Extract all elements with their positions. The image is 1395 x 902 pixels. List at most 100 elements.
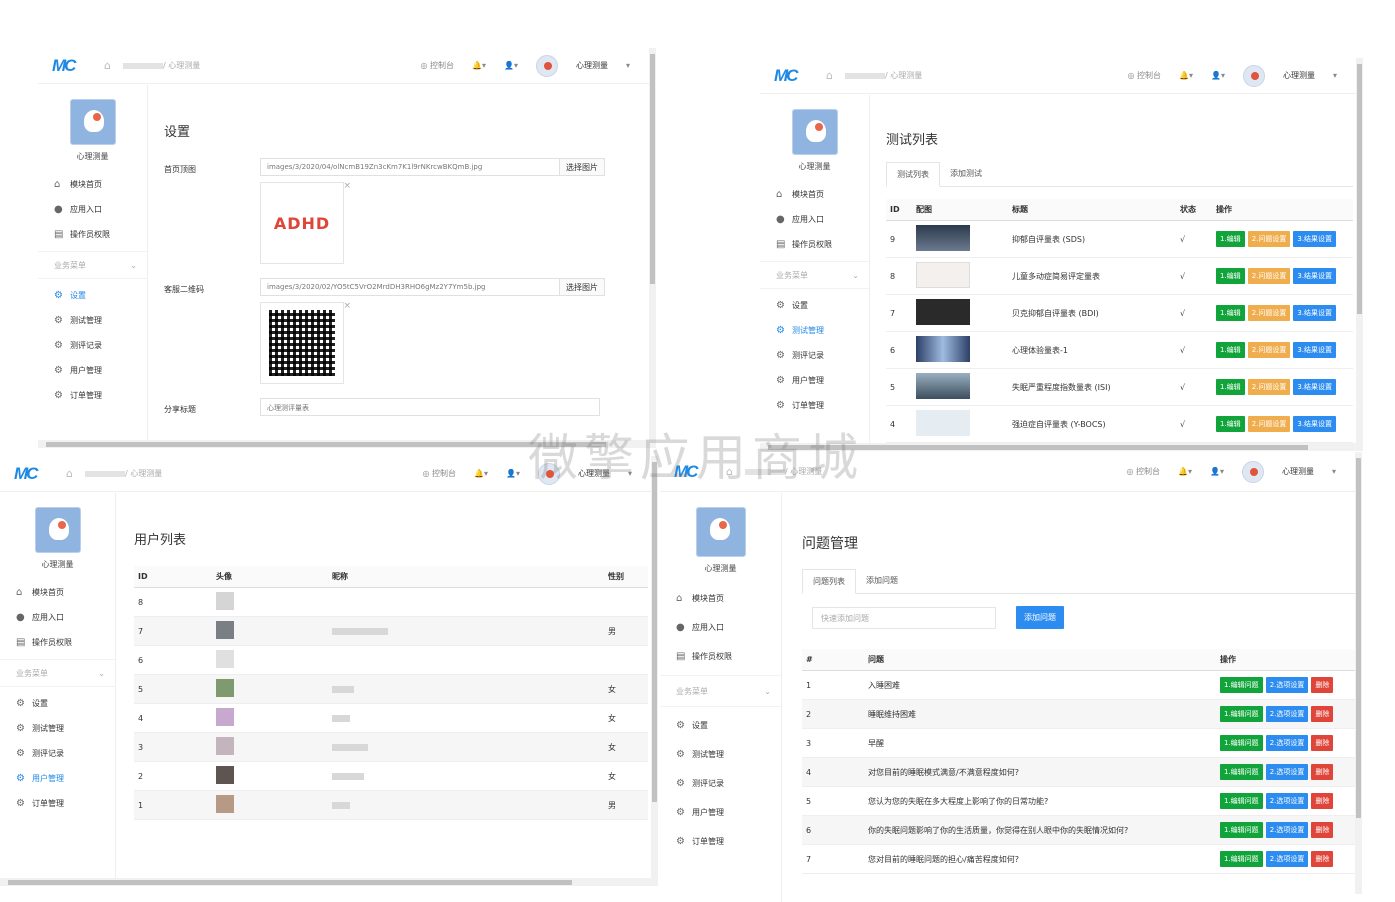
section-business[interactable]: 业务菜单 ⌄ <box>38 251 147 279</box>
avatar[interactable] <box>1241 460 1264 483</box>
banner-image-input[interactable]: images/3/2020/04/olNcmB19Zn3cKm7K1l9rNKr… <box>260 158 560 176</box>
option-settings-button[interactable]: 2.选项设置 <box>1265 677 1309 693</box>
option-settings-button[interactable]: 2.选项设置 <box>1265 735 1309 751</box>
edit-button[interactable]: 1.编辑 <box>1216 268 1245 284</box>
console-link[interactable]: ◎ 控制台 <box>1127 70 1161 81</box>
sidebar-item-orders[interactable]: ⚙ 订单管理 <box>760 393 869 418</box>
edit-question-button[interactable]: 1.编辑问题 <box>1220 706 1263 722</box>
horizontal-scrollbar[interactable] <box>760 443 1363 451</box>
close-icon[interactable]: × <box>343 301 351 311</box>
option-settings-button[interactable]: 2.选项设置 <box>1265 822 1309 838</box>
sidebar-item-home[interactable]: ⌂ 模块首页 <box>660 584 781 613</box>
question-settings-button[interactable]: 2.问题设置 <box>1247 268 1291 284</box>
chevron-down-icon[interactable]: ▾ <box>626 61 630 70</box>
result-settings-button[interactable]: 3.结果设置 <box>1293 305 1337 321</box>
question-settings-button[interactable]: 2.问题设置 <box>1247 416 1291 432</box>
sidebar-item-settings[interactable]: ⚙ 设置 <box>660 711 781 740</box>
sidebar-item-tests[interactable]: ⚙ 测试管理 <box>0 716 115 741</box>
breadcrumb[interactable]: / 心理测量 <box>122 60 233 71</box>
console-link[interactable]: ◎ 控制台 <box>420 60 454 71</box>
sidebar-item-tests[interactable]: ⚙ 测试管理 <box>660 740 781 769</box>
share-title-input[interactable]: 心理测评量表 <box>260 398 600 416</box>
avatar[interactable] <box>537 462 560 485</box>
avatar[interactable] <box>1242 64 1265 87</box>
bell-icon[interactable]: 🔔▾ <box>472 61 486 70</box>
result-settings-button[interactable]: 3.结果设置 <box>1293 342 1337 358</box>
edit-button[interactable]: 1.编辑 <box>1216 342 1245 358</box>
edit-question-button[interactable]: 1.编辑问题 <box>1220 851 1263 867</box>
sidebar-item-records[interactable]: ⚙ 测评记录 <box>660 769 781 798</box>
result-settings-button[interactable]: 3.结果设置 <box>1293 268 1337 284</box>
vertical-scrollbar[interactable] <box>1355 452 1362 894</box>
question-settings-button[interactable]: 2.问题设置 <box>1247 379 1291 395</box>
user-icon[interactable]: 👤▾ <box>504 61 518 70</box>
sidebar-item-users[interactable]: ⚙ 用户管理 <box>760 368 869 393</box>
sidebar-item-tests[interactable]: ⚙ 测试管理 <box>38 308 147 333</box>
tab-add-question[interactable]: 添加问题 <box>856 569 908 593</box>
tab-question-list[interactable]: 问题列表 <box>802 569 856 594</box>
section-business[interactable]: 业务菜单 ⌄ <box>0 659 115 687</box>
console-link[interactable]: ◎ 控制台 <box>422 468 456 479</box>
delete-button[interactable]: 删除 <box>1311 822 1334 838</box>
quick-add-input[interactable]: 快速添加问题 <box>812 606 996 629</box>
breadcrumb[interactable]: / 心理测量 <box>744 466 855 477</box>
edit-button[interactable]: 1.编辑 <box>1216 416 1245 432</box>
logo[interactable]: MC <box>774 66 814 86</box>
sidebar-item-permissions[interactable]: ▤ 操作员权限 <box>38 222 147 247</box>
question-settings-button[interactable]: 2.问题设置 <box>1247 231 1291 247</box>
user-icon[interactable]: 👤▾ <box>506 469 520 478</box>
delete-button[interactable]: 删除 <box>1311 851 1334 867</box>
sidebar-item-entry[interactable]: ● 应用入口 <box>760 207 869 232</box>
edit-button[interactable]: 1.编辑 <box>1216 379 1245 395</box>
sidebar-item-home[interactable]: ⌂ 模块首页 <box>38 172 147 197</box>
username[interactable]: 心理测量 <box>578 468 610 479</box>
sidebar-item-permissions[interactable]: ▤ 操作员权限 <box>760 232 869 257</box>
home-icon[interactable]: ⌂ <box>826 69 833 82</box>
logo[interactable]: MC <box>52 56 92 76</box>
bell-icon[interactable]: 🔔▾ <box>474 469 488 478</box>
sidebar-item-home[interactable]: ⌂ 模块首页 <box>0 580 115 605</box>
sidebar-item-settings[interactable]: ⚙ 设置 <box>38 283 147 308</box>
bell-icon[interactable]: 🔔▾ <box>1179 71 1193 80</box>
sidebar-item-orders[interactable]: ⚙ 订单管理 <box>38 383 147 408</box>
sidebar-item-records[interactable]: ⚙ 测评记录 <box>760 343 869 368</box>
home-icon[interactable]: ⌂ <box>104 59 111 72</box>
question-settings-button[interactable]: 2.问题设置 <box>1247 305 1291 321</box>
breadcrumb[interactable]: / 心理测量 <box>84 468 195 479</box>
delete-button[interactable]: 删除 <box>1311 677 1334 693</box>
sidebar-item-entry[interactable]: ● 应用入口 <box>660 613 781 642</box>
sidebar-item-orders[interactable]: ⚙ 订单管理 <box>0 791 115 816</box>
avatar[interactable] <box>535 54 558 77</box>
edit-question-button[interactable]: 1.编辑问题 <box>1220 677 1263 693</box>
sidebar-item-permissions[interactable]: ▤ 操作员权限 <box>0 630 115 655</box>
edit-question-button[interactable]: 1.编辑问题 <box>1220 735 1263 751</box>
home-icon[interactable]: ⌂ <box>726 465 733 478</box>
logo[interactable]: MC <box>14 464 54 484</box>
edit-question-button[interactable]: 1.编辑问题 <box>1220 822 1263 838</box>
option-settings-button[interactable]: 2.选项设置 <box>1265 764 1309 780</box>
close-icon[interactable]: × <box>343 181 351 191</box>
home-icon[interactable]: ⌂ <box>66 467 73 480</box>
sidebar-item-records[interactable]: ⚙ 测评记录 <box>0 741 115 766</box>
sidebar-item-tests[interactable]: ⚙ 测试管理 <box>760 318 869 343</box>
tab-test-list[interactable]: 测试列表 <box>886 162 940 187</box>
delete-button[interactable]: 删除 <box>1311 735 1334 751</box>
tab-add-test[interactable]: 添加测试 <box>940 162 992 186</box>
delete-button[interactable]: 删除 <box>1311 793 1334 809</box>
chevron-down-icon[interactable]: ▾ <box>628 469 632 478</box>
console-link[interactable]: ◎ 控制台 <box>1126 466 1160 477</box>
result-settings-button[interactable]: 3.结果设置 <box>1293 416 1337 432</box>
edit-button[interactable]: 1.编辑 <box>1216 231 1245 247</box>
username[interactable]: 心理测量 <box>1282 466 1314 477</box>
select-image-button[interactable]: 选择图片 <box>560 278 605 296</box>
vertical-scrollbar[interactable] <box>1356 58 1363 443</box>
username[interactable]: 心理测量 <box>1283 70 1315 81</box>
delete-button[interactable]: 删除 <box>1311 706 1334 722</box>
username[interactable]: 心理测量 <box>576 60 608 71</box>
option-settings-button[interactable]: 2.选项设置 <box>1265 793 1309 809</box>
sidebar-item-permissions[interactable]: ▤ 操作员权限 <box>660 642 781 671</box>
chevron-down-icon[interactable]: ▾ <box>1332 467 1336 476</box>
sidebar-item-home[interactable]: ⌂ 模块首页 <box>760 182 869 207</box>
user-icon[interactable]: 👤▾ <box>1211 71 1225 80</box>
horizontal-scrollbar[interactable] <box>38 440 656 448</box>
